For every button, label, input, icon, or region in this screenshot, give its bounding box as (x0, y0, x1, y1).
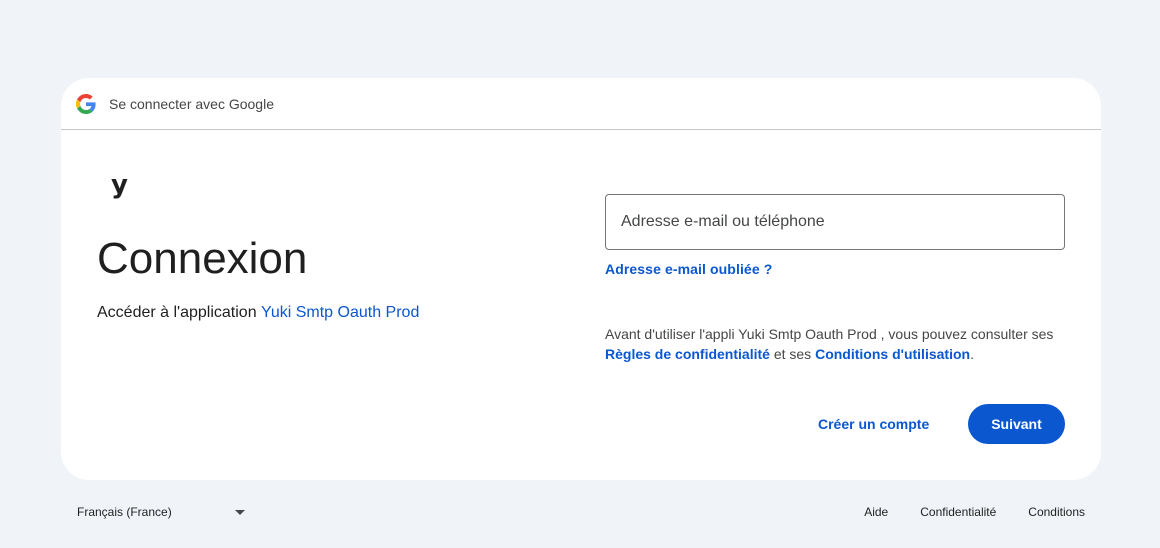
privacy-notice: Avant d'utiliser l'appli Yuki Smtp Oauth… (605, 324, 1075, 364)
app-name-link[interactable]: Yuki Smtp Oauth Prod (261, 304, 419, 321)
language-selector[interactable]: Français (France) (61, 496, 251, 528)
terms-link[interactable]: Conditions d'utilisation (815, 346, 970, 362)
signin-card: Se connecter avec Google y Connexion Acc… (61, 78, 1101, 480)
email-input[interactable] (605, 194, 1065, 250)
dropdown-caret-icon (235, 510, 245, 515)
google-g-icon (76, 93, 96, 114)
forgot-email-link[interactable]: Adresse e-mail oubliée ? (605, 261, 772, 277)
subtitle: Accéder à l'application Yuki Smtp Oauth … (97, 304, 419, 322)
privacy-policy-link[interactable]: Règles de confidentialité (605, 346, 770, 362)
card-header: Se connecter avec Google (61, 78, 1101, 130)
language-label: Français (France) (77, 505, 172, 519)
privacy-text-after: . (970, 346, 974, 362)
privacy-text-before: Avant d'utiliser l'appli Yuki Smtp Oauth… (605, 326, 1054, 342)
page-title: Connexion (97, 234, 308, 283)
app-logo: y (111, 170, 128, 200)
privacy-text-middle: et ses (769, 346, 816, 362)
create-account-button[interactable]: Créer un compte (807, 404, 940, 444)
footer-link-help[interactable]: Aide (848, 505, 904, 519)
footer-link-terms[interactable]: Conditions (1012, 505, 1101, 519)
footer-links: Aide Confidentialité Conditions (848, 496, 1101, 528)
footer-link-privacy[interactable]: Confidentialité (904, 505, 1012, 519)
subtitle-prefix: Accéder à l'application (97, 304, 262, 321)
header-title: Se connecter avec Google (109, 95, 274, 112)
next-button[interactable]: Suivant (968, 404, 1065, 444)
